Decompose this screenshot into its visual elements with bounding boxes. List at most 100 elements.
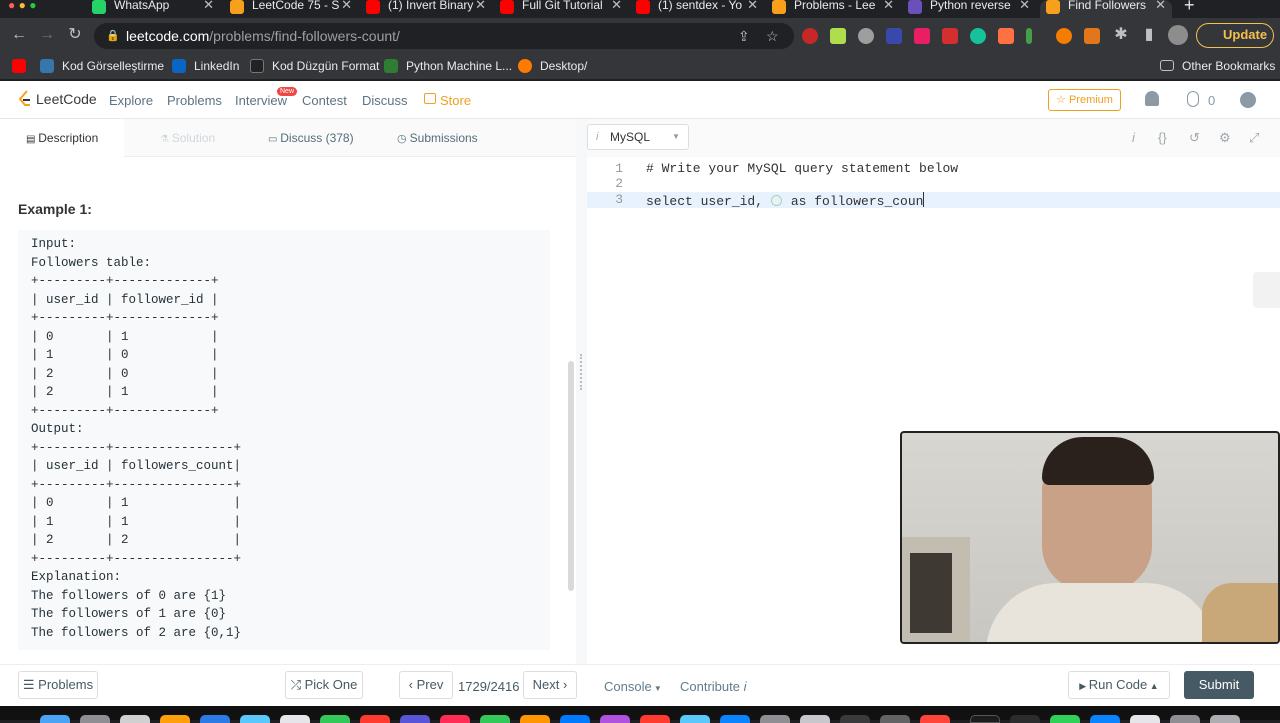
browser-tab[interactable]: Full Git Tutorial ✕ bbox=[500, 0, 628, 18]
nav-explore[interactable]: Explore bbox=[109, 93, 153, 108]
dock-app-icon[interactable] bbox=[880, 715, 910, 723]
bookmark-item[interactable]: LinkedIn bbox=[172, 57, 239, 75]
code-area[interactable]: 1 # Write your MySQL query statement belo… bbox=[587, 161, 1280, 261]
grammarly-icon[interactable] bbox=[970, 28, 986, 44]
prev-button[interactable]: ‹ Prev bbox=[399, 671, 453, 699]
dock-app-icon[interactable] bbox=[160, 715, 190, 723]
leetcode-logo[interactable]: LeetCode bbox=[18, 90, 97, 108]
extension-icon[interactable] bbox=[942, 28, 958, 44]
dock-app-icon[interactable] bbox=[360, 715, 390, 723]
bookmark-item[interactable]: Kod Düzgün Format bbox=[250, 57, 379, 75]
dock-app-icon[interactable] bbox=[40, 715, 70, 723]
language-select[interactable]: i MySQL ▼ bbox=[587, 124, 689, 150]
browser-tab[interactable]: WhatsApp ✕ bbox=[92, 0, 220, 18]
problems-button[interactable]: ☰ Problems bbox=[18, 671, 98, 699]
dock-app-icon[interactable] bbox=[80, 715, 110, 723]
dock-app-icon[interactable] bbox=[840, 715, 870, 723]
pick-one-button[interactable]: ⤮ Pick One bbox=[285, 671, 363, 699]
dock-app-icon[interactable] bbox=[480, 715, 510, 723]
reset-icon[interactable]: ↺ bbox=[1189, 130, 1200, 146]
close-tab-icon[interactable]: ✕ bbox=[341, 0, 352, 11]
dock-app-icon[interactable] bbox=[600, 715, 630, 723]
browser-tab[interactable]: LeetCode 75 - S ✕ bbox=[230, 0, 358, 18]
browser-tab[interactable]: (1) sentdex - Yo ✕ bbox=[636, 0, 764, 18]
tab-solution[interactable]: ⚗ Solution bbox=[160, 119, 215, 157]
update-button[interactable]: Update bbox=[1196, 23, 1274, 48]
contribute-link[interactable]: Contribute i bbox=[680, 679, 746, 694]
nav-store[interactable]: Store bbox=[440, 93, 471, 108]
format-braces-icon[interactable]: {} bbox=[1158, 130, 1167, 145]
star-icon[interactable]: ☆ bbox=[766, 23, 779, 49]
browser-tab[interactable]: Python reverse ✕ bbox=[908, 0, 1036, 18]
dock-app-icon[interactable] bbox=[800, 715, 830, 723]
info-icon[interactable]: i bbox=[1132, 130, 1135, 145]
bookmark-item[interactable]: Desktop/ bbox=[518, 57, 587, 75]
tab-submissions[interactable]: ◷ Submissions bbox=[397, 119, 478, 157]
share-icon[interactable]: ⇪ bbox=[738, 23, 750, 49]
other-bookmarks[interactable]: Other Bookmarks bbox=[1160, 57, 1275, 75]
close-tab-icon[interactable]: ✕ bbox=[883, 0, 894, 11]
notification-bell-icon[interactable] bbox=[1145, 91, 1159, 106]
dock-app-icon[interactable] bbox=[520, 715, 550, 723]
forward-icon[interactable]: → bbox=[36, 24, 58, 46]
close-tab-icon[interactable]: ✕ bbox=[611, 0, 622, 11]
bookmark-item[interactable]: Python Machine L... bbox=[384, 57, 512, 75]
bookmark-item[interactable] bbox=[12, 57, 34, 75]
metamask-icon[interactable] bbox=[1084, 28, 1100, 44]
extension-icon[interactable] bbox=[886, 28, 902, 44]
nav-discuss[interactable]: Discuss bbox=[362, 93, 408, 108]
nav-problems[interactable]: Problems bbox=[167, 93, 222, 108]
description-scrollbar[interactable] bbox=[568, 361, 574, 591]
address-bar[interactable]: 🔒 leetcode.com/problems/find-followers-c… bbox=[94, 23, 794, 49]
avatar[interactable] bbox=[1168, 25, 1188, 45]
sidebar-icon[interactable]: ▮ bbox=[1138, 24, 1160, 46]
dock-app-icon[interactable] bbox=[240, 715, 270, 723]
back-icon[interactable]: ← bbox=[8, 24, 30, 46]
console-toggle[interactable]: Console ▼ bbox=[604, 679, 662, 694]
dock-app-icon[interactable] bbox=[1170, 715, 1200, 723]
reload-icon[interactable]: ↻ bbox=[64, 24, 86, 46]
dock-app-icon[interactable] bbox=[200, 715, 230, 723]
window-controls[interactable]: ● ● ● bbox=[8, 0, 68, 16]
extension-icon[interactable] bbox=[858, 28, 874, 44]
premium-button[interactable]: ☆ Premium bbox=[1048, 89, 1121, 111]
extension-icon[interactable] bbox=[1026, 28, 1032, 44]
submit-button[interactable]: Submit bbox=[1184, 671, 1254, 699]
dock-app-icon[interactable] bbox=[320, 715, 350, 723]
close-tab-icon[interactable]: ✕ bbox=[475, 0, 486, 11]
dock-app-icon[interactable] bbox=[1090, 715, 1120, 723]
dock-app-icon[interactable] bbox=[640, 715, 670, 723]
close-tab-icon[interactable]: ✕ bbox=[203, 0, 214, 11]
dock-app-icon[interactable] bbox=[1130, 715, 1160, 723]
browser-tab[interactable]: (1) Invert Binary ✕ bbox=[366, 0, 492, 18]
tab-description[interactable]: ▤ Description bbox=[0, 119, 124, 157]
tab-discuss[interactable]: ▭ Discuss (378) bbox=[268, 119, 354, 157]
dock-app-icon[interactable] bbox=[680, 715, 710, 723]
extension-icon[interactable] bbox=[1056, 28, 1072, 44]
bookmark-item[interactable]: Kod Görselleştirme bbox=[40, 57, 164, 75]
extension-icon[interactable] bbox=[998, 28, 1014, 44]
dock-app-icon[interactable] bbox=[1010, 715, 1040, 723]
panel-splitter[interactable] bbox=[576, 119, 586, 664]
dock-app-icon[interactable] bbox=[720, 715, 750, 723]
close-tab-icon[interactable]: ✕ bbox=[1155, 0, 1166, 11]
close-tab-icon[interactable]: ✕ bbox=[747, 0, 758, 11]
dock-app-icon[interactable] bbox=[970, 715, 1000, 723]
nav-contest[interactable]: Contest bbox=[302, 93, 347, 108]
extensions-puzzle-icon[interactable]: ✱ bbox=[1110, 24, 1132, 46]
extension-icon[interactable] bbox=[830, 28, 846, 44]
browser-tab[interactable]: Problems - Lee ✕ bbox=[772, 0, 900, 18]
fullscreen-icon[interactable]: ⤢ bbox=[1249, 130, 1259, 146]
dock-app-icon[interactable] bbox=[920, 715, 950, 723]
browser-tab-active[interactable]: Find Followers ✕ bbox=[1040, 0, 1172, 18]
dock-trash-icon[interactable] bbox=[1210, 715, 1240, 723]
dock-app-icon[interactable] bbox=[440, 715, 470, 723]
settings-gear-icon[interactable]: ⚙ bbox=[1219, 130, 1231, 146]
dock-app-icon[interactable] bbox=[760, 715, 790, 723]
user-avatar-icon[interactable] bbox=[1240, 92, 1256, 108]
fire-streak-icon[interactable] bbox=[1187, 91, 1199, 107]
next-button[interactable]: Next › bbox=[523, 671, 577, 699]
dock-app-icon[interactable] bbox=[280, 715, 310, 723]
dock-app-icon[interactable] bbox=[400, 715, 430, 723]
dock-app-icon[interactable] bbox=[560, 715, 590, 723]
